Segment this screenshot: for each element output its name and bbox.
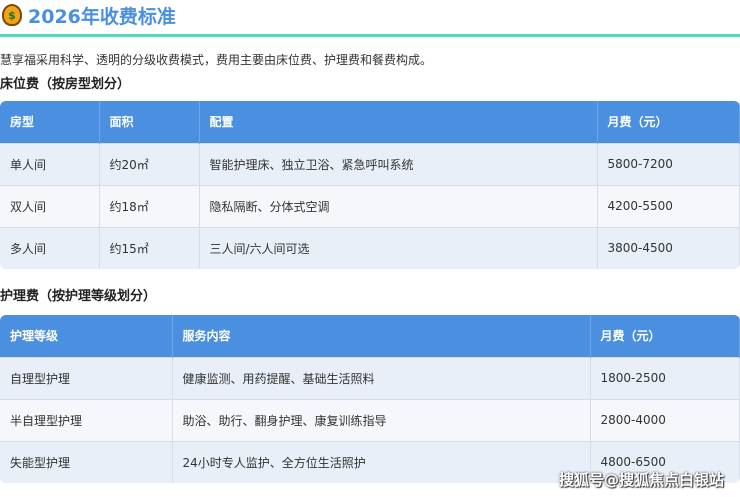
col-header: 面积 — [99, 101, 200, 143]
cell: 自理型护理 — [0, 356, 173, 399]
cell: 约20㎡ — [99, 142, 200, 185]
watermark: 搜狐号@搜狐焦点白银站 — [558, 471, 724, 489]
cell: 隐私隔断、分体式空调 — [199, 184, 598, 227]
cell: 健康监测、用药提醒、基础生活照料 — [172, 356, 591, 399]
table-row: 双人间 约18㎡ 隐私隔断、分体式空调 4200-5500 — [0, 184, 740, 227]
cell: 智能护理床、独立卫浴、紧急呼叫系统 — [199, 142, 598, 185]
table-header-row: 护理等级 服务内容 月费（元） — [0, 315, 740, 357]
table-row: 单人间 约20㎡ 智能护理床、独立卫浴、紧急呼叫系统 5800-7200 — [0, 142, 740, 185]
cell: 4200-5500 — [597, 184, 740, 227]
col-header: 服务内容 — [172, 315, 591, 357]
cell: 助浴、助行、翻身护理、康复训练指导 — [172, 398, 591, 441]
intro-text: 慧享福采用科学、透明的分级收费模式，费用主要由床位费、护理费和餐费构成。 — [0, 53, 433, 67]
cell: 2800-4000 — [590, 398, 740, 441]
cell: 三人间/六人间可选 — [199, 226, 598, 269]
cell: 单人间 — [0, 142, 100, 185]
cell: 失能型护理 — [0, 440, 173, 483]
cell: 约18㎡ — [99, 184, 200, 227]
cell: 约15㎡ — [99, 226, 200, 269]
money-bag-icon: $ — [2, 4, 22, 26]
col-header: 护理等级 — [0, 315, 173, 357]
cell: 多人间 — [0, 226, 100, 269]
cell: 1800-2500 — [590, 356, 740, 399]
col-header: 配置 — [199, 101, 598, 143]
col-header: 房型 — [0, 101, 100, 143]
cell: 24小时专人监护、全方位生活照护 — [172, 440, 591, 483]
table-row: 半自理型护理 助浴、助行、翻身护理、康复训练指导 2800-4000 — [0, 398, 740, 441]
table-row: 多人间 约15㎡ 三人间/六人间可选 3800-4500 — [0, 226, 740, 269]
table-row: 自理型护理 健康监测、用药提醒、基础生活照料 1800-2500 — [0, 356, 740, 399]
care-fee-heading: 护理费（按护理等级划分） — [0, 289, 157, 304]
page-title-bar: $ 2026年收费标准 — [0, 0, 740, 30]
page-title: 2026年收费标准 — [28, 5, 176, 28]
cell: 半自理型护理 — [0, 398, 173, 441]
cell: 双人间 — [0, 184, 100, 227]
col-header: 月费（元） — [590, 315, 740, 357]
cell: 3800-4500 — [597, 226, 740, 269]
cell: 5800-7200 — [597, 142, 740, 185]
title-divider — [0, 34, 740, 37]
care-fee-table: 护理等级 服务内容 月费（元） 自理型护理 健康监测、用药提醒、基础生活照料 180… — [0, 315, 740, 483]
table-header-row: 房型 面积 配置 月费（元） — [0, 101, 740, 143]
bed-fee-table: 房型 面积 配置 月费（元） 单人间 约20㎡ 智能护理床、独立卫浴、紧急呼叫系统 5… — [0, 101, 740, 269]
col-header: 月费（元） — [597, 101, 740, 143]
bed-fee-heading: 床位费（按房型划分） — [0, 77, 131, 92]
